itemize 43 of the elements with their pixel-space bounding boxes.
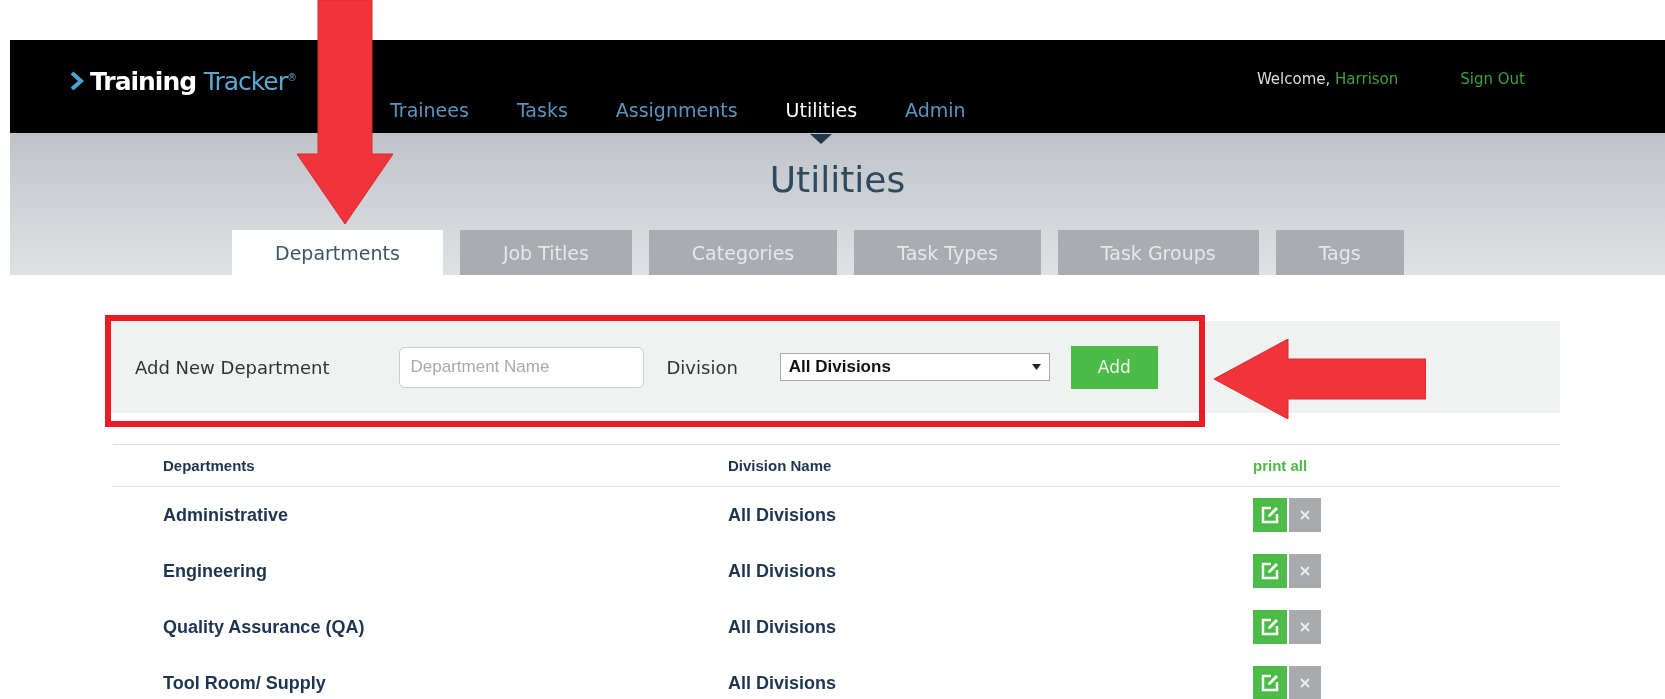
nav-link[interactable]: Admin [905, 99, 966, 121]
edit-button[interactable] [1253, 666, 1287, 699]
edit-icon [1260, 673, 1280, 693]
close-icon [1300, 566, 1310, 576]
delete-button[interactable] [1289, 554, 1321, 588]
sign-out-link[interactable]: Sign Out [1460, 70, 1525, 90]
table-cell: Administrative [163, 504, 289, 526]
edit-button[interactable] [1253, 554, 1287, 588]
nav-link[interactable]: Utilities [785, 99, 858, 121]
department-name-field[interactable]: Department Name [399, 346, 645, 388]
column-header: Division Name [728, 457, 832, 474]
edit-icon [1260, 505, 1280, 525]
table-cell: All Divisions [728, 504, 837, 526]
tab[interactable]: Departments [232, 230, 443, 275]
edit-button[interactable] [1253, 498, 1287, 532]
edit-icon [1260, 561, 1280, 581]
nav-link[interactable]: Tasks [516, 99, 568, 121]
page-title: Utilities [768, 158, 907, 202]
delete-button[interactable] [1289, 666, 1321, 699]
logo: Training Tracker$^{®}$ [90, 66, 297, 96]
close-icon [1300, 622, 1310, 632]
table-cell: Engineering [163, 560, 267, 582]
table-cell: All Divisions [728, 560, 837, 582]
nav-link[interactable]: Assignments [615, 99, 738, 121]
table-cell: All Divisions [728, 672, 837, 694]
delete-button[interactable] [1289, 498, 1321, 532]
division-label: Division [666, 356, 738, 378]
edit-button[interactable] [1253, 610, 1287, 644]
caret-icon [1031, 364, 1041, 370]
pointer-icon [810, 134, 833, 144]
table-cell: All Divisions [728, 616, 837, 638]
form-label: Add New Department [135, 356, 330, 378]
chevron-icon [70, 71, 84, 91]
delete-button[interactable] [1289, 610, 1321, 644]
close-icon [1300, 678, 1310, 688]
division-dropdown[interactable]: All Divisions [779, 353, 1050, 381]
table-cell: Tool Room/ Supply [163, 672, 326, 694]
close-icon [1300, 510, 1310, 520]
table-cell: Quality Assurance (QA) [163, 616, 365, 638]
edit-icon [1260, 617, 1280, 637]
nav-link[interactable]: Trainees [390, 99, 469, 121]
column-header: Departments [163, 457, 255, 474]
welcome-text: Welcome, Harrison [1256, 70, 1399, 90]
